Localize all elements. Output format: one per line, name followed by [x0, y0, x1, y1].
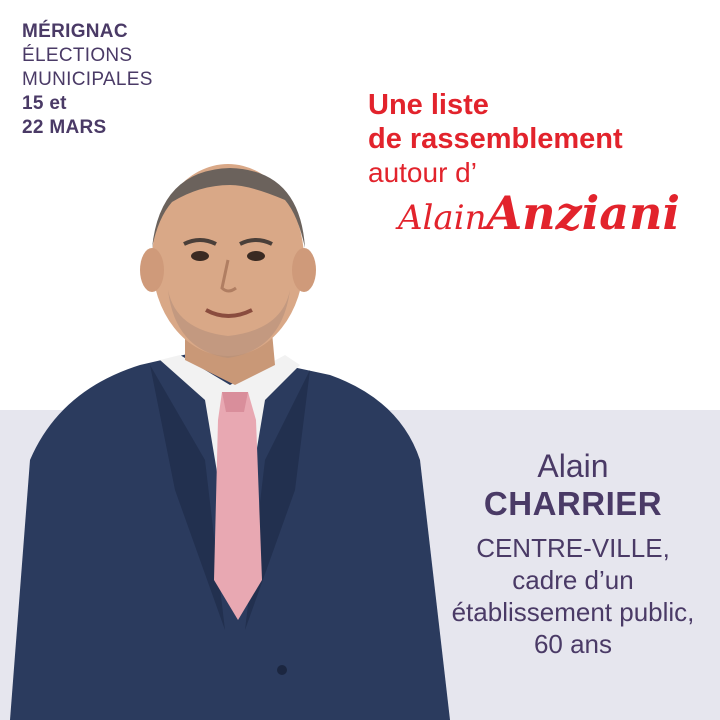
candidate-photo [10, 164, 450, 720]
candidate-first-name: Alain [537, 448, 609, 484]
election-date-2: 22 MARS [22, 117, 107, 138]
campaign-card: MÉRIGNAC ÉLECTIONS MUNICIPALES 15 et 22 … [0, 0, 720, 720]
signature-last: Anziani [486, 186, 680, 240]
election-date-1: 15 et [22, 93, 67, 114]
election-type: ÉLECTIONS [22, 45, 133, 66]
candidate-details: CENTRE-VILLE, cadre d’un établissement p… [438, 532, 708, 660]
headline-line-2: de rassemblement [368, 123, 623, 155]
candidate-detail-line: 60 ans [533, 629, 613, 659]
candidate-info: Alain CHARRIER CENTRE-VILLE, cadre d’un … [438, 448, 708, 660]
city-name: MÉRIGNAC [22, 21, 128, 42]
candidate-last-name: CHARRIER [483, 485, 663, 522]
candidate-detail-line: cadre d’un [512, 565, 634, 595]
election-type-2: MUNICIPALES [22, 69, 153, 90]
headline-line-1: Une liste [368, 89, 489, 121]
candidate-detail-line: établissement public, [451, 597, 695, 627]
candidate-detail-line: CENTRE-VILLE, [476, 533, 670, 563]
election-info: MÉRIGNAC ÉLECTIONS MUNICIPALES 15 et 22 … [22, 20, 153, 140]
